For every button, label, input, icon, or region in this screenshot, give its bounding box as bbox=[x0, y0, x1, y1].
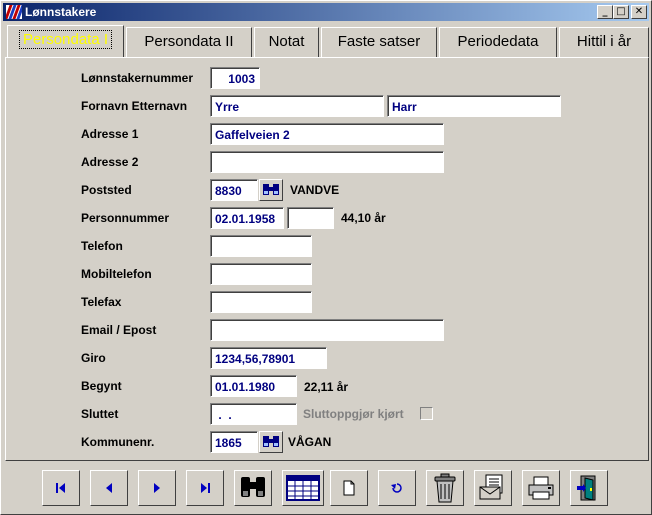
mobile-field[interactable] bbox=[210, 263, 312, 285]
search-button[interactable] bbox=[234, 470, 272, 506]
tab-hittil-i-ar[interactable]: Hittil i år bbox=[559, 27, 649, 57]
tab-persondata-1[interactable]: Persondata I bbox=[7, 25, 124, 57]
tab-faste-satser[interactable]: Faste satser bbox=[321, 27, 437, 57]
undo-button[interactable] bbox=[378, 470, 416, 506]
settlement-checkbox[interactable] bbox=[420, 407, 433, 420]
started-date-field[interactable]: 01.01.1980 bbox=[210, 375, 297, 397]
title-bar: Lønnstakere _ □ ✕ bbox=[3, 3, 649, 21]
postal-lookup-button[interactable] bbox=[259, 179, 283, 201]
person-number-suffix-field[interactable] bbox=[287, 207, 334, 229]
fax-field[interactable] bbox=[210, 291, 312, 313]
new-record-button[interactable] bbox=[330, 470, 368, 506]
person-number-label: Personnummer bbox=[81, 211, 170, 225]
maximize-button[interactable]: □ bbox=[613, 5, 629, 19]
tab-strip: Persondata I Persondata II Notat Faste s… bbox=[5, 25, 649, 57]
exit-button[interactable] bbox=[570, 470, 608, 506]
minimize-button[interactable]: _ bbox=[597, 5, 613, 19]
first-name-field[interactable]: Yrre bbox=[210, 95, 384, 117]
giro-field[interactable]: 1234,56,78901 bbox=[210, 347, 327, 369]
tab-notat[interactable]: Notat bbox=[254, 27, 319, 57]
table-icon bbox=[286, 475, 320, 501]
window-title: Lønnstakere bbox=[25, 5, 97, 19]
delete-button[interactable] bbox=[426, 470, 464, 506]
name-label: Fornavn Etternavn bbox=[81, 99, 188, 113]
age-text: 44,10 år bbox=[341, 211, 386, 225]
export-button[interactable] bbox=[474, 470, 512, 506]
employee-number-field[interactable]: 1003 bbox=[210, 67, 260, 89]
next-record-icon bbox=[154, 483, 160, 493]
document-envelope-icon bbox=[479, 474, 503, 500]
started-label: Begynt bbox=[81, 379, 122, 393]
postal-label: Poststed bbox=[81, 183, 132, 197]
printer-icon bbox=[528, 476, 554, 500]
municipality-lookup-button[interactable] bbox=[259, 431, 283, 453]
phone-label: Telefon bbox=[81, 239, 123, 253]
tab-periodedata[interactable]: Periodedata bbox=[439, 27, 557, 57]
ended-date-field[interactable]: . . bbox=[210, 403, 297, 425]
address2-field[interactable] bbox=[210, 151, 444, 173]
bottom-toolbar bbox=[5, 464, 649, 512]
print-button[interactable] bbox=[522, 470, 560, 506]
mobile-label: Mobiltelefon bbox=[81, 267, 152, 281]
address2-label: Adresse 2 bbox=[81, 155, 139, 169]
email-field[interactable] bbox=[210, 319, 444, 341]
close-button[interactable]: ✕ bbox=[631, 5, 647, 19]
app-flag-icon bbox=[6, 5, 22, 19]
giro-label: Giro bbox=[81, 351, 106, 365]
binoculars-icon bbox=[263, 436, 279, 447]
last-record-button[interactable] bbox=[186, 470, 224, 506]
municipality-name-text: VÅGAN bbox=[288, 435, 332, 449]
last-name-field[interactable]: Harr bbox=[387, 95, 561, 117]
settlement-label: Sluttoppgjør kjørt bbox=[303, 407, 404, 421]
binoculars-icon bbox=[241, 477, 265, 497]
list-view-button[interactable] bbox=[282, 470, 324, 506]
trash-can-icon bbox=[434, 473, 456, 503]
employee-number-label: Lønnstakernummer bbox=[81, 71, 194, 85]
undo-icon bbox=[391, 483, 402, 493]
years-employed-text: 22,11 år bbox=[304, 380, 349, 394]
address1-field[interactable]: Gaffelveien 2 bbox=[210, 123, 444, 145]
tab-panel bbox=[5, 57, 649, 461]
ended-label: Sluttet bbox=[81, 407, 119, 421]
fax-label: Telefax bbox=[81, 295, 122, 309]
main-window: Lønnstakere _ □ ✕ Persondata I Persondat… bbox=[0, 0, 652, 515]
previous-record-button[interactable] bbox=[90, 470, 128, 506]
tab-persondata-2[interactable]: Persondata II bbox=[126, 27, 252, 57]
binoculars-icon bbox=[263, 184, 279, 195]
phone-field[interactable] bbox=[210, 235, 312, 257]
exit-door-icon bbox=[577, 475, 596, 501]
first-record-button[interactable] bbox=[42, 470, 80, 506]
last-record-icon bbox=[201, 483, 210, 493]
municipality-label: Kommunenr. bbox=[81, 435, 155, 449]
birth-date-field[interactable]: 02.01.1958 bbox=[210, 207, 284, 229]
address1-label: Adresse 1 bbox=[81, 127, 139, 141]
email-label: Email / Epost bbox=[81, 323, 157, 337]
postal-code-field[interactable]: 8830 bbox=[210, 179, 258, 201]
first-record-icon bbox=[56, 483, 65, 493]
new-document-icon bbox=[343, 480, 355, 496]
municipality-code-field[interactable]: 1865 bbox=[210, 431, 258, 453]
previous-record-icon bbox=[106, 483, 112, 493]
next-record-button[interactable] bbox=[138, 470, 176, 506]
postal-place-text: VANDVE bbox=[290, 183, 340, 197]
